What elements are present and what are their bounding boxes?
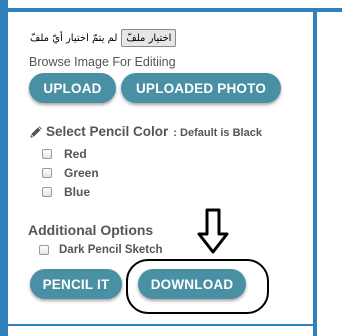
down-arrow-icon	[197, 208, 229, 254]
frame-right-border	[313, 8, 317, 336]
upload-button[interactable]: UPLOAD	[29, 73, 116, 103]
dark-sketch-checkbox[interactable]	[39, 245, 49, 255]
frame-left-border	[0, 0, 8, 336]
blue-checkbox[interactable]	[42, 187, 52, 197]
download-button[interactable]: DOWNLOAD	[138, 269, 246, 299]
choose-file-button[interactable]: اختيار ملفّ	[121, 29, 177, 47]
frame-top-border	[8, 8, 342, 12]
pencil-it-button[interactable]: PENCIL IT	[30, 269, 122, 299]
dark-sketch-label: Dark Pencil Sketch	[59, 244, 163, 256]
color-option-blue[interactable]: Blue	[42, 185, 90, 199]
red-checkbox[interactable]	[42, 149, 52, 159]
blue-label: Blue	[64, 185, 91, 199]
file-status-text: لم يتمّ اختيار أيّ ملفّ	[30, 32, 118, 44]
color-option-red[interactable]: Red	[42, 147, 87, 161]
option-dark-pencil-sketch[interactable]: Dark Pencil Sketch	[39, 244, 163, 256]
color-option-green[interactable]: Green	[42, 166, 99, 180]
file-input: اختيار ملفّ لم يتمّ اختيار أيّ ملفّ	[30, 27, 177, 49]
pencil-icon	[30, 125, 42, 138]
green-checkbox[interactable]	[42, 168, 52, 178]
pencil-default-note: : Default is Black	[173, 127, 262, 139]
pencil-color-title: Select Pencil Color	[46, 124, 169, 139]
browse-label: Browse Image For Editiing	[29, 55, 176, 69]
pencil-color-heading: Select Pencil Color : Default is Black	[29, 124, 262, 139]
frame-bottom-border	[8, 324, 313, 326]
red-label: Red	[64, 147, 87, 161]
uploaded-photo-button[interactable]: UPLOADED PHOTO	[121, 73, 281, 103]
green-label: Green	[64, 166, 99, 180]
additional-options-title: Additional Options	[28, 222, 154, 238]
